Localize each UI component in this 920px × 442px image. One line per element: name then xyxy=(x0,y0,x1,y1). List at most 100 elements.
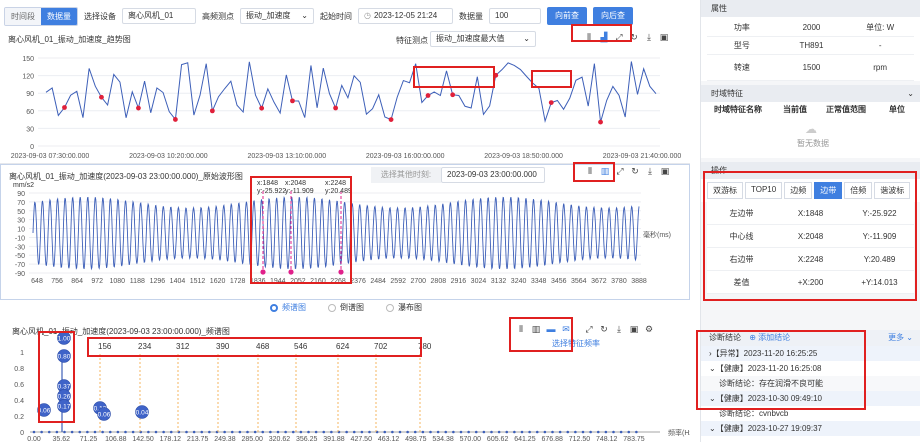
x-tick-label: 391.88 xyxy=(323,436,345,442)
tab-sideband[interactable]: 边带 xyxy=(814,182,843,199)
x-tick-label: 285.00 xyxy=(241,436,263,442)
spectrum-point xyxy=(566,430,570,434)
tab-side-freq[interactable]: 边频 xyxy=(784,182,813,199)
spectrum-point xyxy=(391,430,394,434)
spectrum-point xyxy=(444,430,448,434)
trend-chart[interactable]: 150 120 90 60 30 0 2023-09-03 07:30:00.000 2023… xyxy=(0,46,690,164)
spectrum-point xyxy=(291,430,295,434)
spectrum-point xyxy=(261,430,265,434)
y-tick-label: -90 xyxy=(15,271,25,278)
trend-marker xyxy=(333,105,338,111)
attributes-table: 功率 2000 单位: W 型号 TH891 - 转速 1500 rpm xyxy=(701,17,920,81)
tab-dual-cursor[interactable]: 双游标 xyxy=(707,182,743,199)
feature-select[interactable]: 振动_加速度最大值 ⌄ xyxy=(430,31,536,47)
x-tick-label: 1512 xyxy=(190,278,206,285)
add-conclusion-button[interactable]: ⊕ 添加结论 xyxy=(749,333,790,342)
trend-marker xyxy=(136,105,141,111)
mode-time-range[interactable]: 时间段 xyxy=(5,7,41,25)
empty-box-icon: ☁ xyxy=(805,122,817,136)
trend-marker xyxy=(62,105,67,110)
count-value: 100 xyxy=(495,11,509,20)
operation-title: 操作 xyxy=(711,166,727,175)
spectrum-point xyxy=(246,430,249,434)
cursor-x-label: x:1848 xyxy=(257,180,278,187)
spectrum-point xyxy=(223,430,226,434)
diagnosis-time: 2023-11-20 16:25:25 xyxy=(743,349,818,358)
x-unit-label: 毫秒(ms) xyxy=(643,230,671,239)
time-features-columns: 时域特征名称 当前值 正常值范围 单位 xyxy=(701,102,920,118)
mode-data-count[interactable]: 数据量 xyxy=(41,7,77,25)
line-mode-icon[interactable]: ⫴ xyxy=(584,32,594,42)
spectrum-pin-label: 0.04 xyxy=(136,410,149,417)
spectrum-chart[interactable]: 1 0.8 0.6 0.4 0.2 00.00 35.62 71.25 106.88 142.50… xyxy=(0,332,690,442)
op-y: Y:-11.909 xyxy=(862,232,897,241)
tab-top10[interactable]: TOP10 xyxy=(745,182,783,199)
more-link[interactable]: 更多 ⌄ xyxy=(888,330,913,346)
y-tick-label: -10 xyxy=(15,235,25,242)
view-option-waterfall[interactable]: 瀑布图 xyxy=(386,302,422,313)
x-tick-label: 2160 xyxy=(310,278,326,285)
attribute-row: 功率 2000 单位: W xyxy=(707,19,914,37)
refresh-icon[interactable]: ↻ xyxy=(629,32,639,42)
query-next-button[interactable]: 向后查 xyxy=(593,7,633,25)
spectrum-point xyxy=(299,430,303,434)
chevron-down-icon: ⌄ xyxy=(301,11,308,20)
view-option-cepstrum[interactable]: 倒谱图 xyxy=(328,302,364,313)
harmonic-label: 702 xyxy=(374,342,388,351)
diagnosis-item[interactable]: ⌄【健康】2023-10-27 19:09:37 xyxy=(701,421,920,436)
spectrum-point xyxy=(635,430,638,434)
count-input[interactable]: 100 xyxy=(489,8,541,24)
area-chart-icon[interactable]: ▟ xyxy=(599,32,609,42)
spectrum-point xyxy=(330,430,333,434)
count-label: 数据量 xyxy=(459,11,483,21)
spectrum-point xyxy=(101,430,104,434)
point-select[interactable]: 振动_加速度 ⌄ xyxy=(240,8,314,24)
x-tick-label: 2376 xyxy=(350,278,366,285)
spectrum-point xyxy=(497,430,501,434)
spectrum-point xyxy=(452,430,455,434)
waveform-chart[interactable]: 90 70 50 30 10-10 -30 -50 -70 -90 648 756 864 972 108… xyxy=(1,175,689,299)
op-name: 左边带 xyxy=(729,209,754,218)
query-prev-button[interactable]: 向前查 xyxy=(547,7,587,25)
operation-row: 中心线 X:2048 Y:-11.909 xyxy=(707,225,914,248)
spectrum-point xyxy=(238,430,242,434)
download-icon[interactable]: ⤓ xyxy=(644,32,654,42)
spectrum-point xyxy=(482,430,486,434)
diagnosis-item[interactable]: ›【异常】2023-11-20 16:25:25 xyxy=(701,346,920,361)
radio-selected-icon xyxy=(270,303,278,312)
fullscreen-icon[interactable]: ⤢ xyxy=(614,32,624,42)
spectrum-point xyxy=(474,430,478,434)
feature-value: 振动_加速度最大值 xyxy=(436,34,505,43)
y-tick-label: 150 xyxy=(22,56,34,63)
column-header: 正常值范围 xyxy=(826,105,866,114)
chevron-down-icon[interactable]: ⌄ xyxy=(907,162,914,179)
device-select[interactable]: 离心风机_01 xyxy=(122,8,196,24)
spectrum-point xyxy=(627,430,631,434)
trend-marker xyxy=(259,105,265,111)
x-tick-label: 1188 xyxy=(130,278,145,285)
chevron-down-icon[interactable]: ⌄ xyxy=(907,85,914,102)
tab-multiple[interactable]: 倍频 xyxy=(844,182,873,199)
spectrum-point xyxy=(551,430,554,434)
x-tick-label: 2023-09-03 13:10:00.000 xyxy=(247,153,326,160)
spectrum-point xyxy=(543,430,547,434)
x-tick-label: 1080 xyxy=(109,278,125,285)
x-tick-label: 356.25 xyxy=(296,436,318,442)
diagnosis-item[interactable]: ⌄【健康】2023-11-20 16:25:08 xyxy=(701,361,920,376)
screenshot-icon[interactable]: ▣ xyxy=(659,32,669,42)
harmonic-label: 390 xyxy=(216,342,230,351)
diagnosis-item[interactable]: ⌄【健康】2023-10-30 09:49:10 xyxy=(701,391,920,406)
tab-harmonic[interactable]: 谐波标 xyxy=(874,182,911,199)
x-tick-label: 2592 xyxy=(390,278,406,285)
view-option-spectrum[interactable]: 频谱图 xyxy=(270,302,306,313)
device-label: 选择设备 xyxy=(84,11,116,21)
x-tick-label: 35.62 xyxy=(53,436,71,442)
spectrum-point xyxy=(421,430,425,434)
x-tick-label: 3672 xyxy=(591,278,607,285)
spectrum-point xyxy=(596,430,600,434)
op-y: +Y:14.013 xyxy=(861,278,898,287)
start-time-input[interactable]: ◷ 2023-12-05 21:24 xyxy=(358,8,453,24)
clock-icon: ◷ xyxy=(364,11,371,20)
side-panel: 属性 功率 2000 单位: W 型号 TH891- 转速 1500 rpm 时域特征 ⌄ … xyxy=(696,0,920,442)
x-tick-label: 3780 xyxy=(611,278,627,285)
